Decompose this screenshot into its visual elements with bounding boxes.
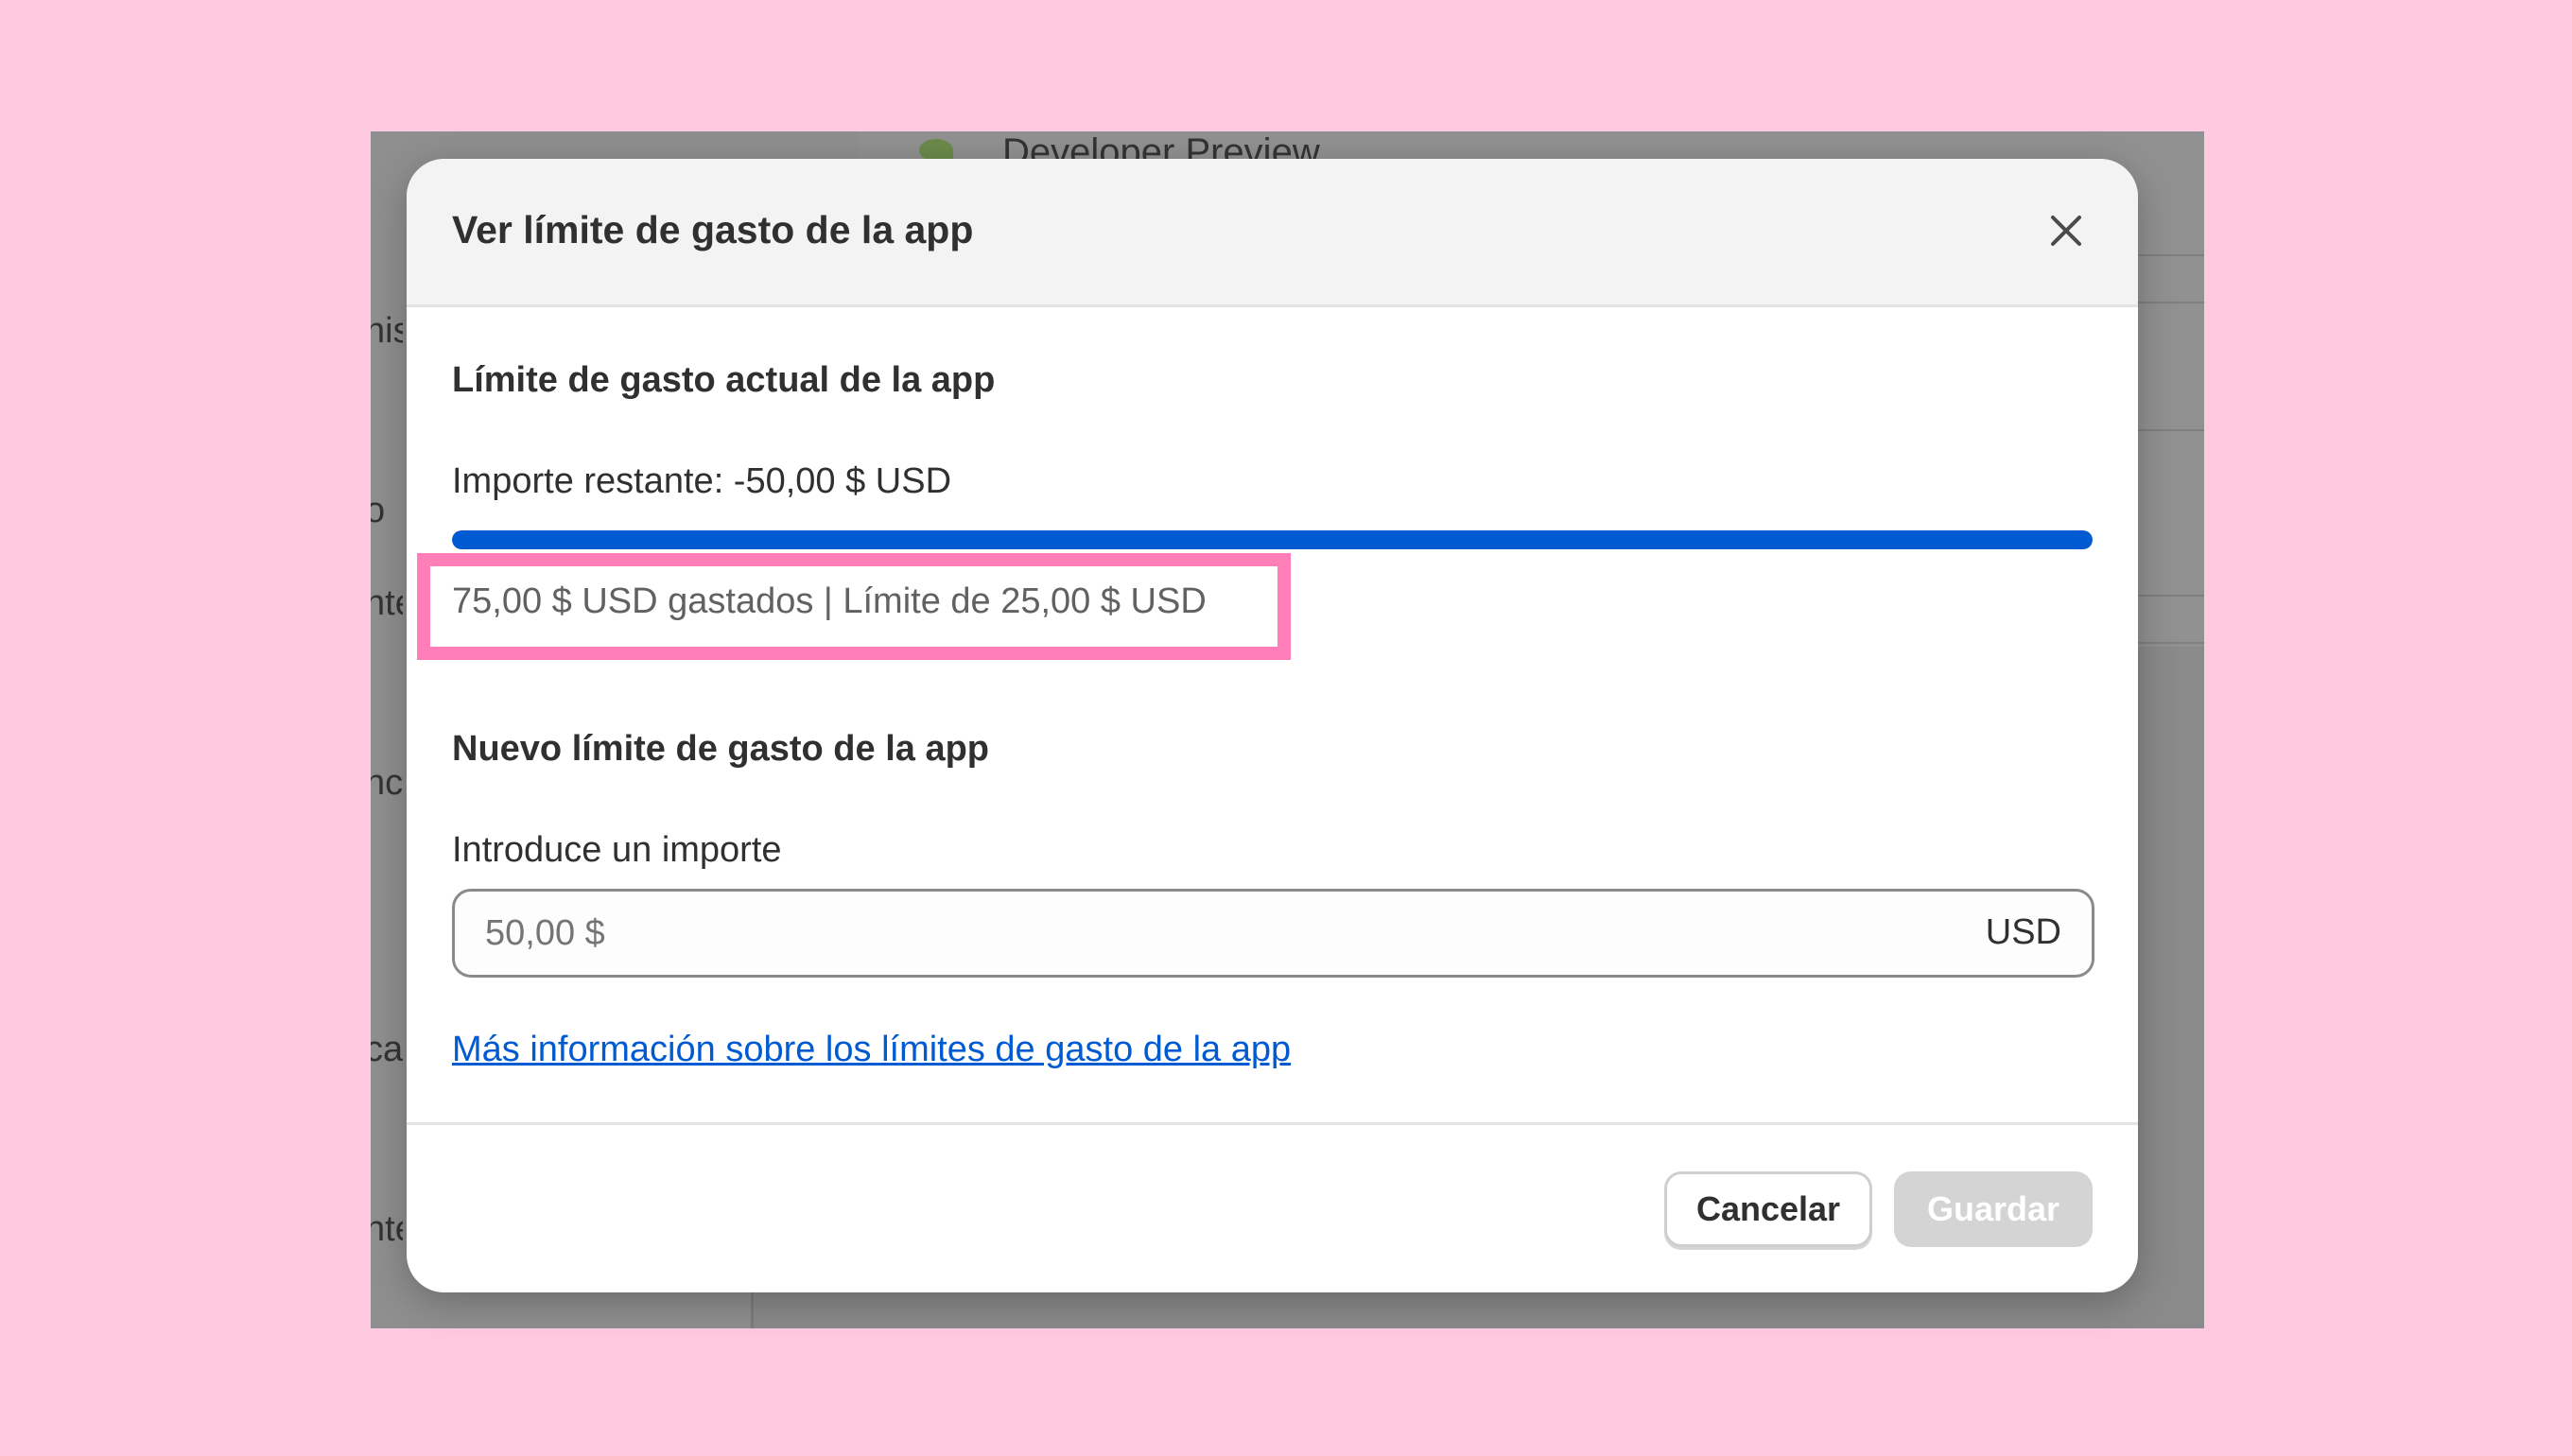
learn-more-link[interactable]: Más información sobre los límites de gas… <box>452 1030 1291 1070</box>
footer-divider <box>407 1122 2138 1125</box>
background-sidebar-fragment: o <box>371 491 386 530</box>
currency-suffix: USD <box>1985 912 2061 952</box>
background-sidebar-fragment: nte <box>371 1209 403 1249</box>
amount-field[interactable]: USD <box>452 889 2094 978</box>
new-limit-heading: Nuevo límite de gasto de la app <box>452 729 990 769</box>
amount-input-label: Introduce un importe <box>452 830 782 870</box>
current-limit-heading: Límite de gasto actual de la app <box>452 360 996 400</box>
spending-progress-bar <box>452 530 2093 549</box>
remaining-amount-text: Importe restante: -50,00 $ USD <box>452 461 952 501</box>
spending-progress-fill <box>452 530 2093 549</box>
background-sidebar-fragment: nis <box>371 311 403 351</box>
amount-input[interactable] <box>485 892 1903 975</box>
close-icon <box>2051 216 2081 246</box>
spent-and-limit-text: 75,00 $ USD gastados | Límite de 25,00 $… <box>452 581 1207 621</box>
modal-title: Ver límite de gasto de la app <box>452 208 974 251</box>
background-sidebar-fragment: ca <box>371 1030 403 1069</box>
cancel-button[interactable]: Cancelar <box>1664 1171 1872 1247</box>
save-button-disabled[interactable]: Guardar <box>1894 1171 2093 1247</box>
modal-header: Ver límite de gasto de la app <box>407 159 2138 307</box>
close-button[interactable] <box>2043 208 2089 253</box>
background-sidebar-fragment: nc <box>371 763 403 803</box>
spending-limit-modal: Ver límite de gasto de la app Límite de … <box>407 159 2138 1292</box>
background-sidebar-fragment: nte <box>371 583 403 623</box>
